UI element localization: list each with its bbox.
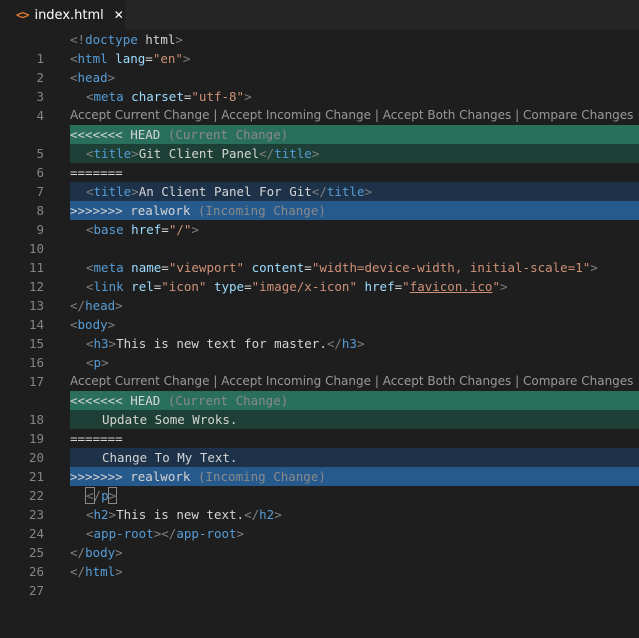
- conflict-incoming-header: 22 >>>>>>> realwork (Incoming Change): [0, 467, 639, 503]
- compare-changes-link[interactable]: Compare Changes: [523, 108, 633, 122]
- code-line: 25 <app-root></app-root>: [0, 524, 639, 560]
- conflict-current-line: 6 <title>Git Client Panel</title>: [0, 144, 639, 180]
- code-line: 1 <!doctype html>: [0, 30, 639, 66]
- conflict-divider: 7 =======: [0, 163, 639, 199]
- code-line: 3 <head>: [0, 68, 639, 104]
- code-line: 14 </head>: [0, 296, 639, 332]
- code-line: 26 </body>: [0, 543, 639, 579]
- accept-both-changes-link[interactable]: Accept Both Changes: [383, 108, 512, 122]
- conflict-incoming-line: 21 Change To My Text.: [0, 448, 639, 484]
- code-line: 17 <p>: [0, 353, 639, 389]
- tab-index-html[interactable]: <> index.html ✕: [0, 0, 125, 30]
- code-line: 13 <link rel="icon" type="image/x-icon" …: [0, 277, 639, 313]
- code-line: 24 <h2>This is new text.</h2>: [0, 505, 639, 541]
- code-line: 15 <body>: [0, 315, 639, 351]
- code-line: 23 </p>: [0, 486, 639, 522]
- conflict-incoming-line: 8 <title>An Client Panel For Git</title>: [0, 182, 639, 218]
- accept-incoming-change-link[interactable]: Accept Incoming Change: [221, 374, 371, 388]
- close-icon[interactable]: ✕: [114, 8, 124, 22]
- html-file-icon: <>: [16, 8, 29, 22]
- compare-changes-link[interactable]: Compare Changes: [523, 374, 633, 388]
- merge-codelens: Accept Current Change | Accept Incoming …: [70, 108, 634, 122]
- code-line: 4 <meta charset="utf-8">: [0, 87, 639, 123]
- code-line: 16 <h3>This is new text for master.</h3>: [0, 334, 639, 370]
- merge-codelens: Accept Current Change | Accept Incoming …: [70, 374, 634, 388]
- accept-current-change-link[interactable]: Accept Current Change: [70, 108, 210, 122]
- code-line: 12 <meta name="viewport" content="width=…: [0, 258, 639, 294]
- conflict-current-header: 18 <<<<<<< HEAD (Current Change): [0, 391, 639, 427]
- accept-current-change-link[interactable]: Accept Current Change: [70, 374, 210, 388]
- tab-bar: <> index.html ✕: [0, 0, 639, 30]
- code-line: 27 </html>: [0, 562, 639, 598]
- conflict-divider: 20 =======: [0, 429, 639, 465]
- conflict-current-line: 19 Update Some Wroks.: [0, 410, 639, 446]
- code-line: 10 <base href="/">: [0, 220, 639, 256]
- line-number: 27: [28, 583, 44, 598]
- accept-both-changes-link[interactable]: Accept Both Changes: [383, 374, 512, 388]
- code-editor[interactable]: 1 <!doctype html> 2 <html lang="en"> 3 <…: [0, 30, 639, 598]
- code-line: 2 <html lang="en">: [0, 49, 639, 85]
- favicon-link[interactable]: favicon.ico: [410, 279, 493, 294]
- accept-incoming-change-link[interactable]: Accept Incoming Change: [221, 108, 371, 122]
- conflict-incoming-header: 9 >>>>>>> realwork (Incoming Change): [0, 201, 639, 237]
- tab-title: index.html: [34, 7, 104, 23]
- conflict-current-header: 5 <<<<<<< HEAD (Current Change): [0, 125, 639, 161]
- code-line: 11: [0, 239, 639, 275]
